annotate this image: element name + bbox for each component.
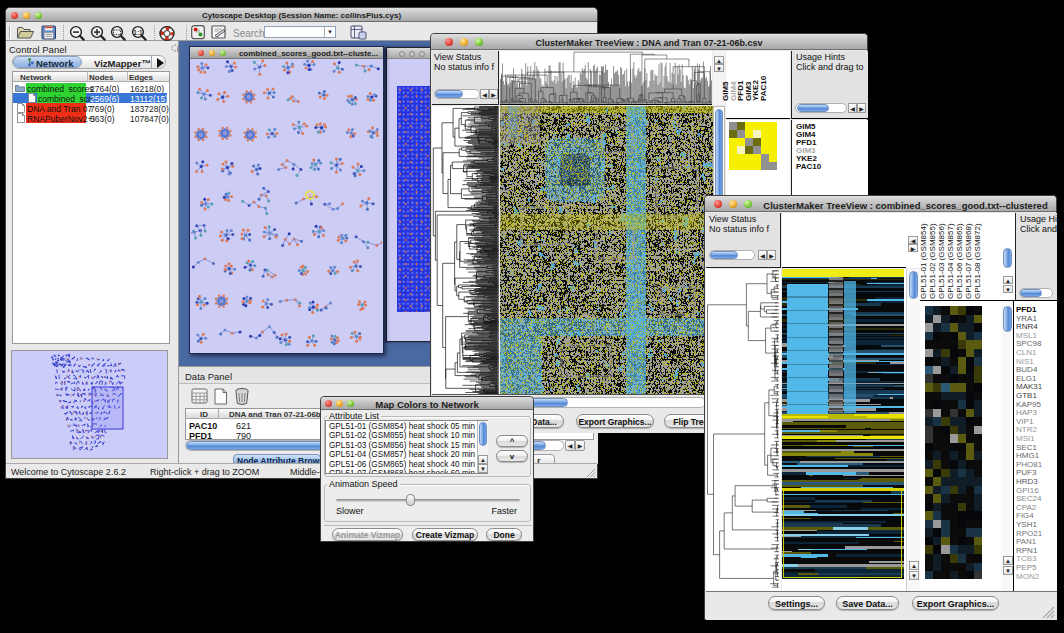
- svg-text:1:1: 1:1: [133, 29, 143, 36]
